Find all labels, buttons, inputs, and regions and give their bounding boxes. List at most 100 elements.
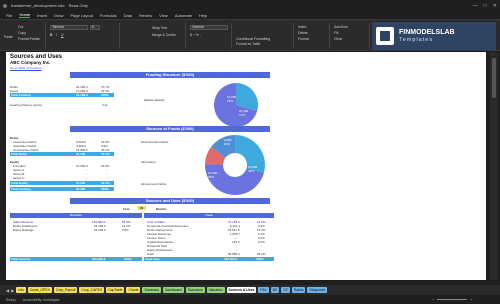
- sheet-tab-charts[interactable]: Charts: [126, 287, 141, 293]
- toc-link[interactable]: Go to Table of Contents: [10, 66, 41, 70]
- tab-view[interactable]: View: [159, 13, 168, 18]
- sheet-tab-cf[interactable]: CF: [281, 287, 290, 293]
- sources-total-value: 34,180: [76, 187, 86, 191]
- first-months-input[interactable]: 60: [137, 206, 147, 210]
- legend-debts-label: Debts: [145, 98, 154, 102]
- tab-page-layout[interactable]: Page Layout: [70, 13, 92, 18]
- number-group: General $ ~ % ,: [188, 23, 232, 49]
- donut-pct-founders: 29%: [208, 175, 214, 179]
- sheet-tab-diagnostic[interactable]: Diagnostic: [307, 287, 328, 293]
- sheet-tab-ratios[interactable]: Ratios: [291, 287, 306, 293]
- sheet-tab-sources-uses[interactable]: Sources & Uses: [226, 287, 257, 293]
- funding-pie-chart: 10,000 29% 24,180 71%: [214, 83, 258, 127]
- worksheet[interactable]: Sources and Uses ABC Company Inc. Go to …: [6, 52, 486, 280]
- sheet-tab-scenarios[interactable]: Scenarios: [185, 287, 205, 293]
- total-sources-value: 169,020.0: [92, 257, 106, 261]
- format-button[interactable]: Format: [298, 37, 309, 41]
- src-equity-4-pct: -: [106, 176, 107, 180]
- merge-center-button[interactable]: Merge & Center: [152, 33, 176, 37]
- conditional-formatting-button[interactable]: Conditional Formatting: [236, 37, 270, 41]
- clear-button[interactable]: Clear: [334, 37, 342, 41]
- sources-total-row: Total Funding 34,180 100%: [10, 187, 114, 191]
- sheet-tab-corp-payroll[interactable]: Corp_Payroll: [53, 287, 78, 293]
- tab-scroll-left-icon[interactable]: ◀: [6, 288, 9, 293]
- src-use-row-3-value: 10,000.0: [94, 228, 106, 232]
- debts-total-pct: 70.7%: [101, 152, 110, 156]
- donut-hole: [223, 153, 247, 177]
- close-icon[interactable]: ✕: [493, 3, 497, 9]
- total-uses-row: Total Uses 169,020.0 100%: [144, 257, 274, 261]
- cells-group: Insert Delete Format: [296, 23, 330, 49]
- use-row-9-label: Cash: [147, 252, 155, 256]
- logo-mark-icon: [376, 27, 394, 45]
- sheet-tabs: ◀ ▶ Info Costs_OPEX Corp_Payroll Corp_CA…: [0, 285, 500, 295]
- scrollbar-thumb[interactable]: [492, 58, 496, 98]
- funding-total-pct: 100%: [101, 93, 109, 97]
- currency-button[interactable]: $ ~ % ,: [190, 33, 201, 37]
- delete-button[interactable]: Delete: [298, 31, 308, 35]
- wrap-text-button[interactable]: Wrap Text: [152, 26, 167, 30]
- styles-group: Conditional Formatting Format as Table: [234, 23, 294, 49]
- tab-draw[interactable]: Draw: [54, 13, 63, 18]
- logo-subtitle: Templates: [399, 37, 434, 43]
- sheet-tab-pnl[interactable]: P&L: [258, 287, 269, 293]
- tab-insert[interactable]: Insert: [37, 13, 47, 18]
- sheet-tab-bs[interactable]: BS: [270, 287, 280, 293]
- tab-home[interactable]: Home: [19, 12, 31, 18]
- sheet-tab-valuation[interactable]: Valuation: [206, 287, 225, 293]
- autosum-button[interactable]: AutoSum: [334, 25, 348, 29]
- total-sources-row: Total Sources 169,020.0 100%: [10, 257, 142, 261]
- tab-data[interactable]: Data: [124, 13, 132, 18]
- use-row-9-pct: 56.0%: [257, 252, 266, 256]
- zoom-slider[interactable]: − +: [432, 297, 492, 302]
- funding-header: Funding Structure ($'000): [70, 72, 270, 78]
- format-painter-button[interactable]: Format Painter: [18, 37, 40, 41]
- src-equity-4-label: Series C: [13, 176, 25, 180]
- debts-total-value: 24,180: [76, 152, 86, 156]
- italic-button[interactable]: I: [56, 33, 57, 37]
- paste-button[interactable]: Paste: [4, 35, 13, 39]
- sheet-tab-corp-capex[interactable]: Corp_CAPEX: [79, 287, 105, 293]
- months-label: Months: [156, 207, 167, 211]
- equity-total-value: 10,000: [76, 181, 86, 185]
- fill-button[interactable]: Fill: [334, 31, 338, 35]
- legend-investment: ■Investment Debts: [141, 182, 166, 186]
- tab-automate[interactable]: Automate: [175, 13, 192, 18]
- minimize-icon[interactable]: —: [473, 3, 478, 9]
- sheet-tab-info[interactable]: Info: [16, 287, 26, 293]
- tab-help[interactable]: Help: [199, 13, 207, 18]
- editing-group: AutoSum Fill Clear: [332, 23, 370, 49]
- status-bar: Ready Accessibility: Investigate: [0, 296, 500, 304]
- clipboard-group: Paste Cut Copy Format Painter: [2, 23, 46, 49]
- number-format-select[interactable]: General: [190, 25, 228, 30]
- debts-total-row: Total Debts 24,180 70.7%: [10, 152, 114, 156]
- tab-scroll-right-icon[interactable]: ▶: [11, 288, 14, 293]
- sheet-tab-dashboard[interactable]: Dashboard: [162, 287, 184, 293]
- format-as-table-button[interactable]: Format as Table: [236, 42, 260, 46]
- tab-review[interactable]: Review: [139, 13, 152, 18]
- alignment-group: Wrap Text Merge & Center: [122, 23, 186, 49]
- cut-button[interactable]: Cut: [18, 25, 23, 29]
- src-use-row-3-pct: 5.8%: [122, 228, 129, 232]
- funding-pie-pct-equity: 29%: [227, 99, 233, 103]
- equity-total-pct: 29.3%: [101, 181, 110, 185]
- sheet-tab-summary[interactable]: Summary: [142, 287, 161, 293]
- font-name-select[interactable]: Tahoma: [50, 25, 88, 30]
- tab-formulas[interactable]: Formulas: [100, 13, 117, 18]
- tab-file[interactable]: File: [6, 13, 12, 18]
- font-size-select[interactable]: 8: [90, 25, 100, 30]
- underline-button[interactable]: U: [61, 33, 63, 37]
- accessibility-status[interactable]: Accessibility: Investigate: [23, 298, 60, 302]
- gearing-value: 2.4x: [102, 103, 108, 107]
- autosave-icon[interactable]: [3, 3, 7, 8]
- sheet-tab-captable[interactable]: CapTable: [106, 287, 125, 293]
- sources-total-label: Total Funding: [11, 187, 31, 191]
- copy-button[interactable]: Copy: [18, 31, 26, 35]
- maximize-icon[interactable]: □: [484, 3, 487, 9]
- legend-construction: ■Construction Debts: [141, 140, 168, 144]
- insert-button[interactable]: Insert: [298, 25, 306, 29]
- vertical-scrollbar[interactable]: [490, 52, 498, 280]
- bold-button[interactable]: B: [50, 33, 52, 37]
- funding-pie-pct-debts: 71%: [239, 113, 245, 117]
- sheet-tab-costs-opex[interactable]: Costs_OPEX: [27, 287, 52, 293]
